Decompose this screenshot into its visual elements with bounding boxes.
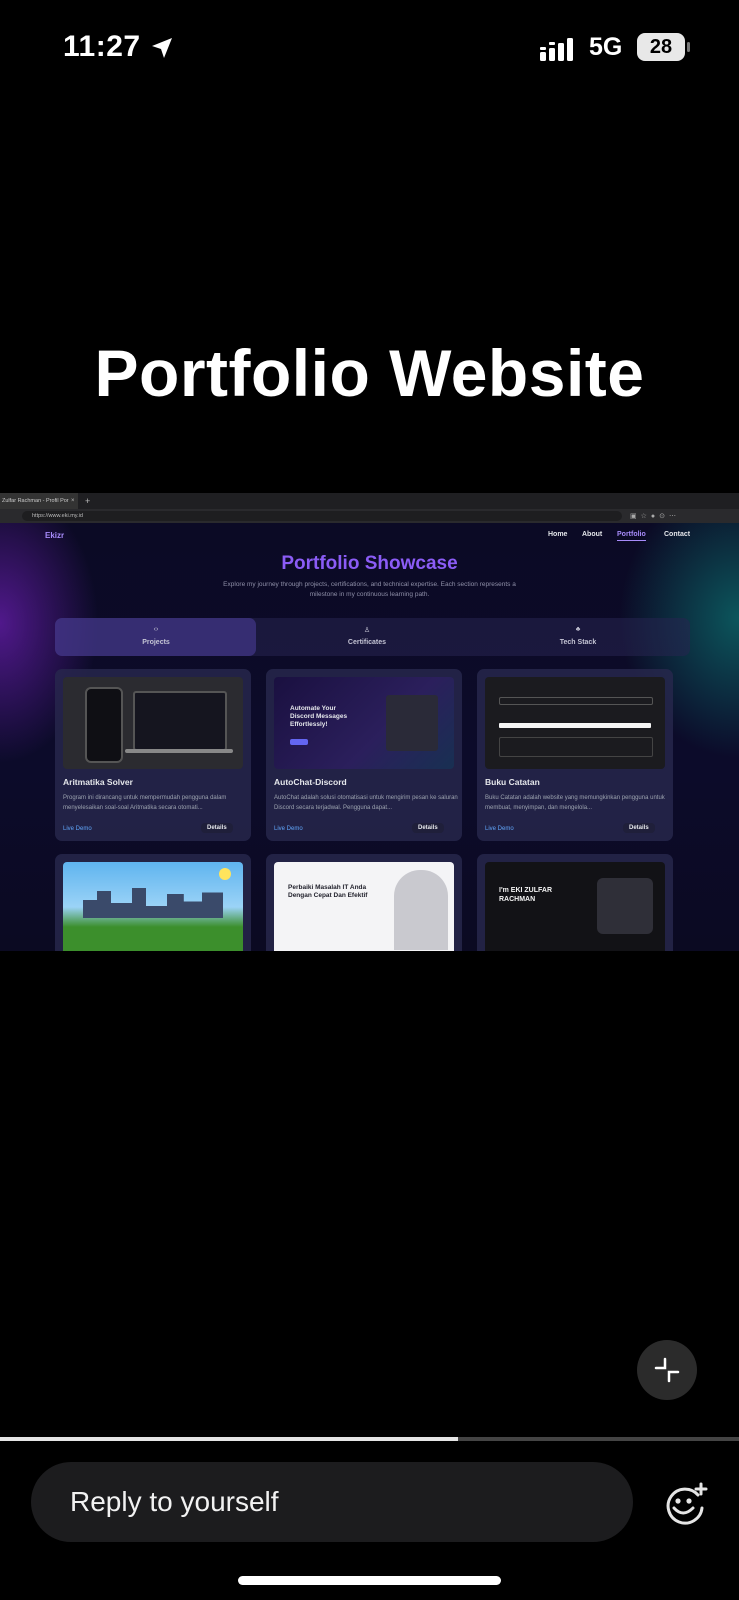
tab-tech-stack: Tech Stack	[559, 639, 597, 646]
project-title: Aritmatika Solver	[63, 777, 133, 787]
nav-home: Home	[548, 531, 568, 538]
project-description: Program ini dirancang untuk mempermudah …	[63, 795, 227, 811]
project-card: Automate Your Discord Messages Effortles…	[266, 669, 462, 841]
project-thumbnail	[63, 677, 243, 769]
project-card: Perbaiki Masalah IT Anda Dengan Cepat Da…	[266, 854, 462, 951]
nav-about: About	[582, 531, 603, 538]
project-title: AutoChat-Discord	[274, 777, 347, 787]
reply-placeholder: Reply to yourself	[70, 1486, 279, 1517]
tab-projects: Projects	[142, 639, 170, 646]
live-demo-link: Live Demo	[63, 826, 92, 832]
details-button: Details	[412, 823, 444, 833]
url-field: https://www.eki.my.id	[22, 511, 622, 521]
nav-contact: Contact	[664, 531, 691, 538]
nav-portfolio: Portfolio	[617, 531, 646, 541]
tab-certificates: Certificates	[347, 639, 387, 646]
minimize-icon	[654, 1357, 680, 1383]
network-type: 5G	[589, 33, 623, 61]
battery-tip	[687, 42, 690, 52]
minimize-button[interactable]	[637, 1340, 697, 1400]
project-card: Aritmatika Solver Program ini dirancang …	[55, 669, 251, 841]
showcase-title: Portfolio Showcase	[281, 553, 458, 574]
showcase-subtitle: Explore my journey through projects, cer…	[223, 581, 516, 598]
thumbnail-headline: I'm EKI ZULFAR RACHMAN	[499, 887, 552, 903]
project-thumbnail	[485, 677, 665, 769]
details-button: Details	[201, 823, 233, 833]
home-indicator	[238, 1576, 501, 1585]
stack-icon: ♣	[575, 626, 581, 633]
story-progress-fill	[0, 1437, 459, 1441]
status-time: 11:27	[63, 30, 141, 63]
project-card: I'm EKI ZULFAR RACHMAN	[477, 854, 673, 951]
live-demo-link: Live Demo	[485, 826, 514, 832]
tab-close-icon: ×	[71, 498, 75, 504]
certificate-icon: ♙	[363, 627, 371, 634]
project-card	[55, 854, 251, 951]
project-thumbnail: Perbaiki Masalah IT Anda Dengan Cepat Da…	[274, 862, 454, 951]
live-demo-link: Live Demo	[274, 826, 303, 832]
location-arrow-icon	[152, 38, 172, 58]
add-reaction-icon[interactable]	[662, 1481, 708, 1527]
thumbnail-headline: Perbaiki Masalah IT Anda Dengan Cepat Da…	[288, 884, 368, 899]
site-logo: Ekizr	[45, 531, 65, 540]
project-thumbnail	[63, 862, 243, 951]
browser-screenshot: Zulfar Rachman - Profil Por × + https://…	[0, 493, 739, 951]
thumbnail-headline: Automate Your Discord Messages Effortles…	[290, 705, 348, 728]
battery-indicator: 28	[637, 33, 685, 61]
new-tab-icon: +	[85, 496, 91, 506]
portfolio-tab-selected	[55, 618, 256, 656]
project-description: AutoChat adalah solusi otomatisasi untuk…	[274, 795, 458, 811]
project-thumbnail: Automate Your Discord Messages Effortles…	[274, 677, 454, 769]
browser-tab-bar	[0, 493, 739, 510]
project-title: Buku Catatan	[485, 777, 540, 787]
project-thumbnail: I'm EKI ZULFAR RACHMAN	[485, 862, 665, 951]
code-icon: ‹›	[153, 626, 159, 633]
signal-icon	[540, 38, 573, 61]
project-card: Buku Catatan Buku Catatan adalah website…	[477, 669, 673, 841]
story-title: Portfolio Website	[94, 336, 645, 410]
details-button: Details	[623, 823, 655, 833]
browser-tab: Zulfar Rachman - Profil Por	[0, 493, 78, 509]
browser-extension-icons: ▣☆●⊙⋯	[630, 513, 680, 520]
project-description: Buku Catatan adalah website yang memungk…	[485, 795, 665, 811]
